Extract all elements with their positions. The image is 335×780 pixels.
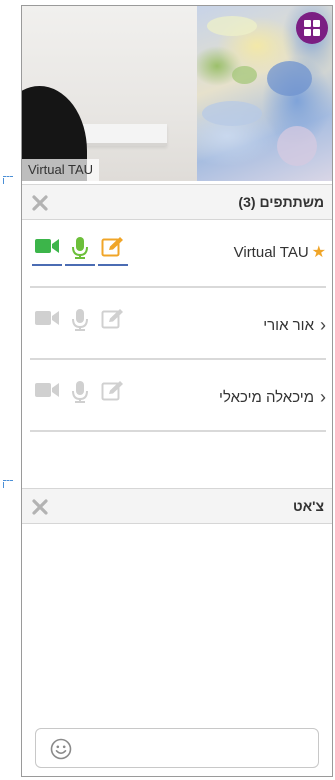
guide-dash	[3, 176, 13, 177]
chevron-left-icon[interactable]: ‹	[320, 315, 326, 336]
participant-media-controls	[32, 234, 131, 268]
chat-messages-area	[22, 525, 332, 715]
edit-icon[interactable]	[98, 306, 128, 338]
chevron-left-icon[interactable]: ‹	[320, 387, 326, 408]
video-tile[interactable]: Virtual TAU	[22, 6, 332, 181]
participant-row[interactable]: ★Virtual TAU	[30, 218, 326, 288]
participants-header: משתתפים (3)	[22, 184, 332, 220]
edit-icon[interactable]	[98, 378, 128, 410]
host-star-icon: ★	[311, 244, 326, 261]
conference-side-panel: Virtual TAU משתתפים (3) ★Virtual TAU ‹או…	[21, 5, 333, 777]
chat-message-input[interactable]	[35, 728, 319, 768]
video-camera-icon[interactable]	[32, 378, 62, 410]
participant-name-text: Virtual TAU	[233, 244, 309, 261]
participant-media-controls	[32, 306, 131, 340]
smiley-icon[interactable]	[50, 738, 72, 760]
video-camera-icon[interactable]	[32, 234, 62, 266]
participant-name: ‹ אור אורי	[263, 314, 326, 335]
participant-name: ‹ מיכאלה מיכאלי	[219, 386, 326, 407]
microphone-icon[interactable]	[65, 234, 95, 266]
grid-layout-icon	[304, 20, 320, 36]
participant-media-controls	[32, 378, 131, 412]
participant-name-text: אור אורי	[263, 317, 314, 334]
edit-icon[interactable]	[98, 234, 128, 266]
participants-title: משתתפים (3)	[238, 194, 324, 210]
layout-toggle-button[interactable]	[296, 12, 328, 44]
video-participant-label: Virtual TAU	[22, 159, 100, 181]
guide-tick	[3, 482, 4, 488]
chat-header: צ'אט	[22, 488, 332, 524]
close-icon[interactable]	[31, 194, 49, 212]
guide-tick	[3, 178, 4, 184]
video-background-shelf	[82, 124, 167, 146]
guide-dash	[3, 480, 13, 481]
close-icon[interactable]	[31, 498, 49, 516]
participant-name-text: מיכאלה מיכאלי	[219, 389, 314, 406]
microphone-icon[interactable]	[65, 378, 95, 410]
chat-title: צ'אט	[292, 498, 324, 514]
video-camera-icon[interactable]	[32, 306, 62, 338]
participant-name: ★Virtual TAU	[234, 242, 326, 262]
microphone-icon[interactable]	[65, 306, 95, 338]
left-gutter	[0, 0, 22, 780]
participant-row[interactable]: ‹ מיכאלה מיכאלי	[30, 362, 326, 432]
participant-row[interactable]: ‹ אור אורי	[30, 290, 326, 360]
